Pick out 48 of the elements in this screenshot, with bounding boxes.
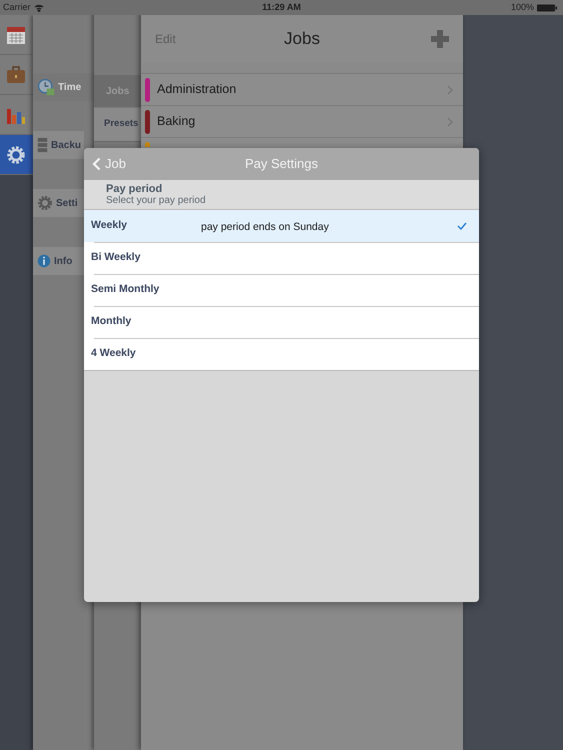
option-label: Monthly — [91, 314, 132, 330]
status-time: 11:29 AM — [262, 0, 301, 14]
menu-item[interactable]: Setti — [33, 189, 84, 217]
pay-period-option[interactable]: Semi Monthly — [84, 274, 479, 306]
navigation-title: Jobs — [283, 28, 321, 50]
pay-period-option[interactable]: 4 Weekly — [84, 338, 479, 370]
menu-item[interactable]: Time — [33, 73, 94, 101]
option-label: 4 Weekly — [91, 346, 137, 362]
pay-period-option[interactable]: Monthly — [84, 306, 479, 338]
job-row[interactable] — [141, 138, 463, 147]
sidebar-item[interactable] — [0, 135, 33, 175]
chevron-icon — [447, 116, 453, 126]
job-row[interactable]: Baking — [141, 106, 463, 138]
checkmark-icon — [457, 222, 467, 230]
wifi-icon — [34, 4, 44, 12]
menu-label: Info — [54, 254, 72, 268]
modal-title: Pay Settings — [245, 155, 318, 174]
submenu-label: Presets — [104, 117, 138, 132]
clock-icon — [37, 78, 55, 96]
pay-period-option[interactable]: Weekly pay period ends on Sunday — [84, 210, 479, 242]
option-label: Bi Weekly — [91, 250, 142, 266]
gear-icon — [6, 144, 26, 164]
option-label: Weekly — [91, 218, 128, 234]
job-row[interactable]: Administration — [141, 74, 463, 106]
menu-item[interactable]: Info — [33, 247, 84, 275]
section-subtitle: Select your pay period — [106, 195, 207, 206]
info-icon — [37, 254, 51, 268]
menu-label: Setti — [56, 196, 78, 210]
battery-level: 100% — [510, 0, 534, 14]
section-title: Pay period — [106, 183, 164, 195]
add-icon — [431, 30, 449, 48]
menu-label: Backu — [51, 138, 82, 152]
briefcase-icon — [6, 66, 26, 84]
back-chevron-icon — [92, 157, 101, 171]
submenu-item[interactable]: Presets — [94, 108, 141, 142]
job-name: Administration — [157, 81, 238, 98]
gear-icon — [37, 195, 53, 211]
pay-period-option[interactable]: Bi Weekly — [84, 242, 479, 274]
chevron-icon — [447, 84, 453, 94]
battery-icon — [537, 4, 557, 12]
menu-label: Time — [58, 80, 82, 94]
job-name: Baking — [157, 113, 196, 130]
database-icon — [37, 137, 48, 153]
calendar-icon — [6, 24, 26, 44]
option-detail: pay period ends on Sunday — [201, 221, 329, 233]
option-label: Semi Monthly — [91, 282, 160, 298]
menu-item[interactable]: Backu — [33, 131, 84, 159]
carrier-name: Carrier — [3, 0, 31, 14]
